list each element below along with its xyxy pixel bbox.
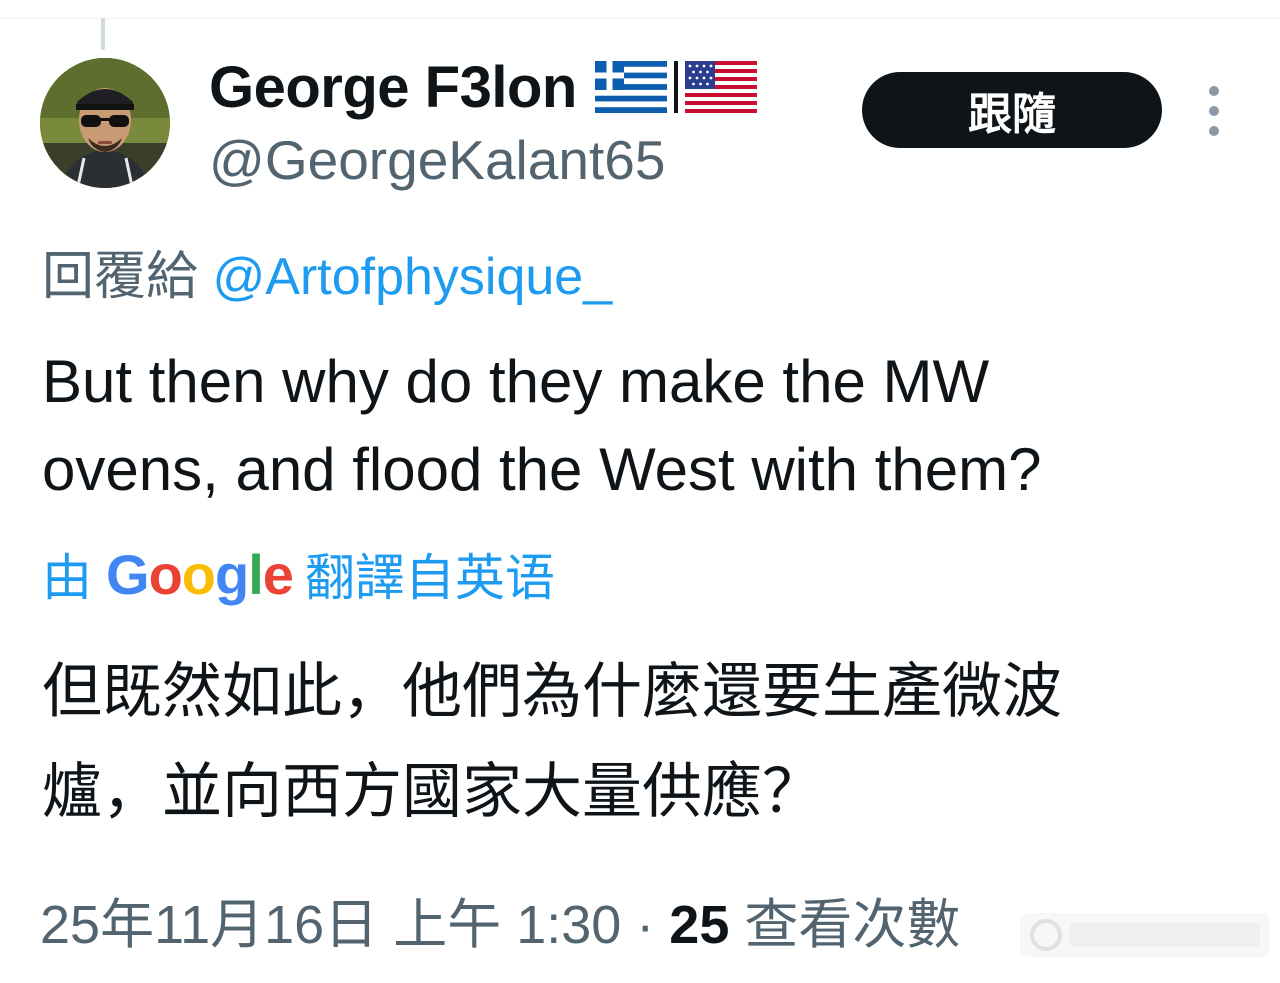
google-logo-letter: G xyxy=(106,542,150,606)
translated-text-line: 爐，並向西方國家大量供應？ xyxy=(42,758,822,825)
timestamp[interactable]: 25年11月16日 上午 1:30 · xyxy=(40,895,669,955)
flag-group xyxy=(594,61,757,113)
tweet-meta: 25年11月16日 上午 1:30 · 25 查看次數 xyxy=(40,880,960,959)
greece-flag-icon xyxy=(594,61,667,113)
thread-connector-line xyxy=(101,18,105,50)
translated-text-line: 但既然如此，他們為什麼還要生產微波 xyxy=(42,658,1062,725)
top-divider xyxy=(0,18,1280,19)
translated-from-label: 翻譯自英语 xyxy=(304,550,555,606)
reply-mention-link[interactable]: @Artofphysique_ xyxy=(212,248,612,306)
avatar-image xyxy=(40,58,170,188)
reply-prefix: 回覆給 xyxy=(42,248,199,306)
follow-button[interactable]: 跟隨 xyxy=(862,72,1162,148)
google-logo-letter: o xyxy=(181,542,216,606)
flag-separator xyxy=(673,61,678,113)
author-handle[interactable]: @GeorgeKalant65 xyxy=(209,128,665,192)
translated-text: 但既然如此，他們為什麼還要生產微波 爐，並向西方國家大量供應？ xyxy=(42,642,1242,842)
display-name[interactable]: George F3lon xyxy=(209,54,577,121)
more-dot xyxy=(1209,126,1219,136)
reply-context: 回覆給 @Artofphysique_ xyxy=(42,234,612,309)
google-logo-letter: e xyxy=(262,542,294,606)
views-count: 25 xyxy=(669,895,730,955)
views-label: 查看次數 xyxy=(729,895,961,955)
watermark-icon xyxy=(1020,913,1270,957)
google-logo-letter: g xyxy=(215,542,249,606)
translation-attribution[interactable]: 由 Google 翻譯自英语 xyxy=(42,540,555,608)
avatar[interactable] xyxy=(40,58,170,188)
tweet-text-line: ovens, and flood the West with them? xyxy=(42,436,1042,503)
more-dot xyxy=(1209,106,1219,116)
google-logo-letter: o xyxy=(148,542,183,606)
more-dot xyxy=(1209,86,1219,96)
translated-by-label: 由 xyxy=(42,550,92,606)
google-logo-letter: l xyxy=(248,542,264,606)
usa-flag-icon xyxy=(684,61,757,113)
author-row: George F3lon xyxy=(209,52,757,122)
google-logo: Google xyxy=(106,542,294,607)
more-vertical-icon[interactable] xyxy=(1196,86,1232,136)
tweet-text: But then why do they make the MW ovens, … xyxy=(42,338,1242,514)
tweet-text-line: But then why do they make the MW xyxy=(42,348,990,415)
